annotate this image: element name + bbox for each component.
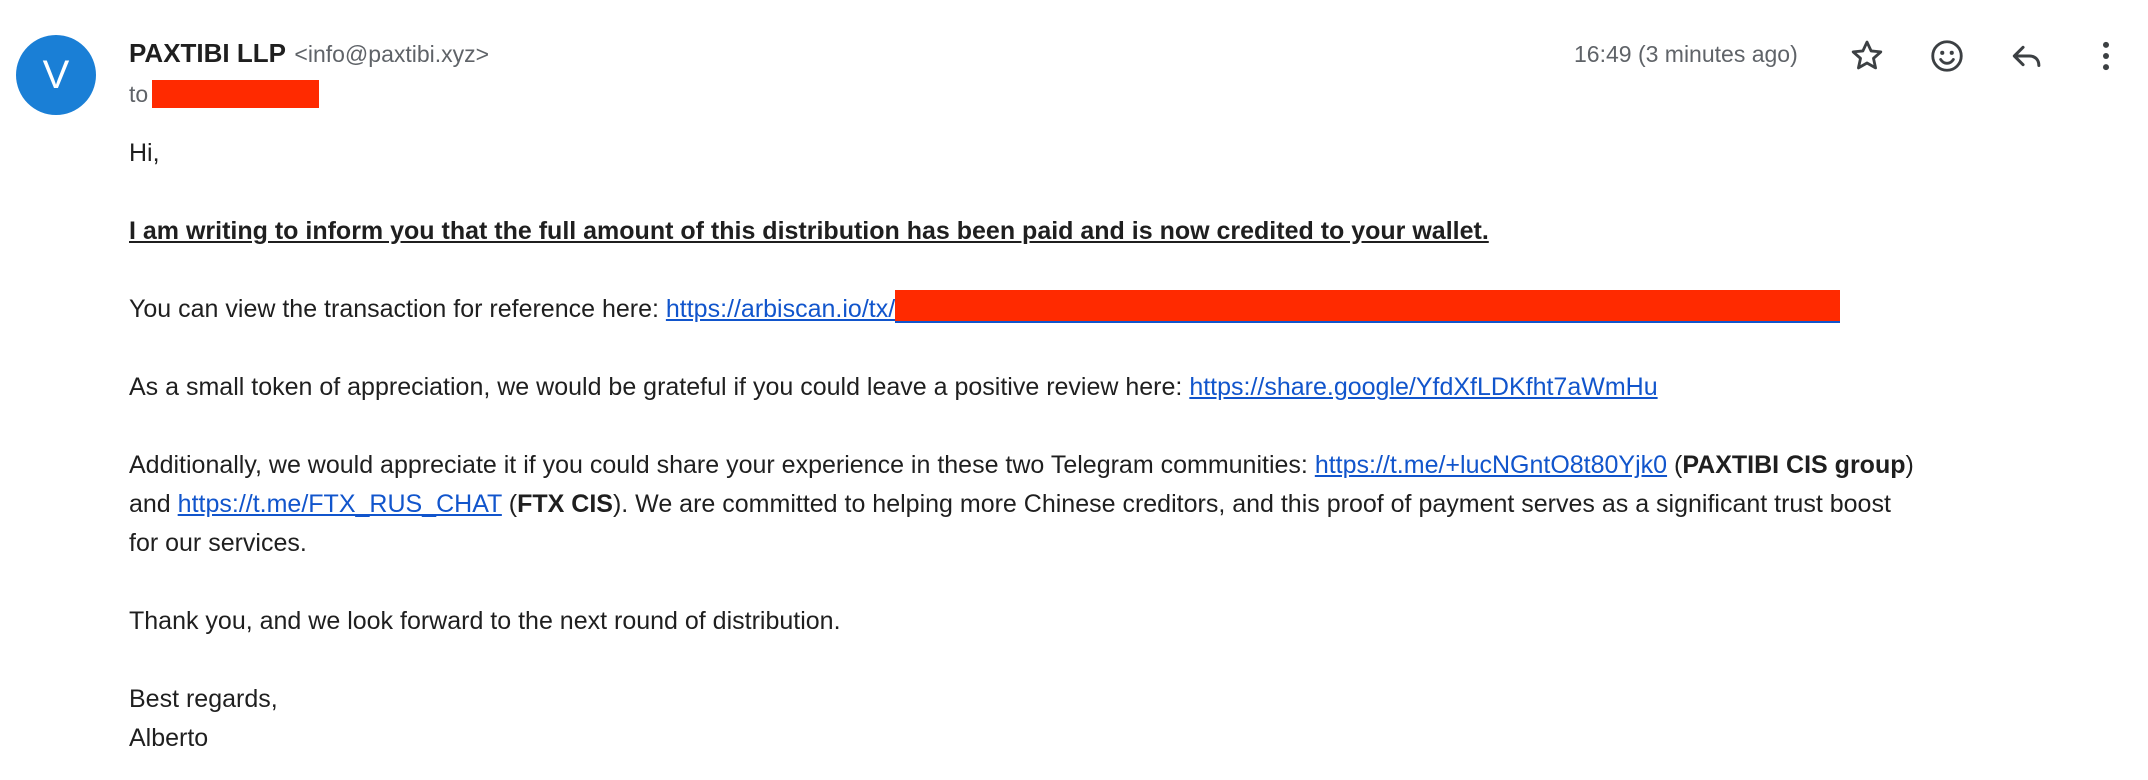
sender-info: PAXTIBI LLP <info@paxtibi.xyz> xyxy=(129,38,489,69)
group-name-1: PAXTIBI CIS group xyxy=(1682,451,1906,479)
thanks-paragraph: Thank you, and we look forward to the ne… xyxy=(129,607,841,635)
message-timestamp: 16:49 (3 minutes ago) xyxy=(1574,41,1798,67)
telegram-link-1[interactable]: https://t.me/+lucNGntO8t80Yjk0 xyxy=(1315,451,1667,479)
star-button[interactable] xyxy=(1845,34,1889,78)
telegram-paragraph: Additionally, we would appreciate it if … xyxy=(129,446,1924,563)
star-icon xyxy=(1851,40,1883,70)
telegram-prefix: Additionally, we would appreciate it if … xyxy=(129,451,1315,479)
add-reaction-button[interactable] xyxy=(1925,34,1969,78)
headline-paragraph: I am writing to inform you that the full… xyxy=(129,212,2119,251)
greeting: Hi, xyxy=(129,139,160,167)
recipient-redaction xyxy=(152,80,320,108)
reply-button[interactable] xyxy=(2005,34,2049,78)
paren-open-1: ( xyxy=(1667,451,1683,479)
closing: Best regards, xyxy=(129,685,278,713)
paren-open-2: ( xyxy=(501,490,518,518)
avatar-letter: V xyxy=(42,52,70,97)
transaction-redaction xyxy=(895,290,1841,323)
headline-text: I am writing to inform you that the full… xyxy=(129,217,1489,245)
emoji-icon xyxy=(1931,40,1963,72)
signature: Alberto xyxy=(129,724,209,752)
sender-name[interactable]: PAXTIBI LLP xyxy=(129,38,286,68)
more-vert-icon xyxy=(2102,41,2110,71)
review-prefix: As a small token of appreciation, we wou… xyxy=(129,373,1190,401)
telegram-link-2[interactable]: https://t.me/FTX_RUS_CHAT xyxy=(178,490,502,518)
tx-prefix: You can view the transaction for referen… xyxy=(129,295,666,323)
group-name-2: FTX CIS xyxy=(517,490,613,518)
sender-avatar[interactable]: V xyxy=(16,35,96,115)
reply-icon xyxy=(2012,45,2041,68)
recipient-label[interactable]: to xyxy=(129,81,148,108)
sender-email: <info@paxtibi.xyz> xyxy=(294,41,490,67)
recipient-info: to xyxy=(129,80,320,108)
transaction-link[interactable]: https://arbiscan.io/tx/ xyxy=(666,295,895,323)
review-link[interactable]: https://share.google/YfdXfLDKfht7aWmHu xyxy=(1189,373,1657,401)
more-options-button[interactable] xyxy=(2084,34,2128,78)
transaction-paragraph: You can view the transaction for referen… xyxy=(129,290,2119,329)
review-paragraph: As a small token of appreciation, we wou… xyxy=(129,368,2119,407)
